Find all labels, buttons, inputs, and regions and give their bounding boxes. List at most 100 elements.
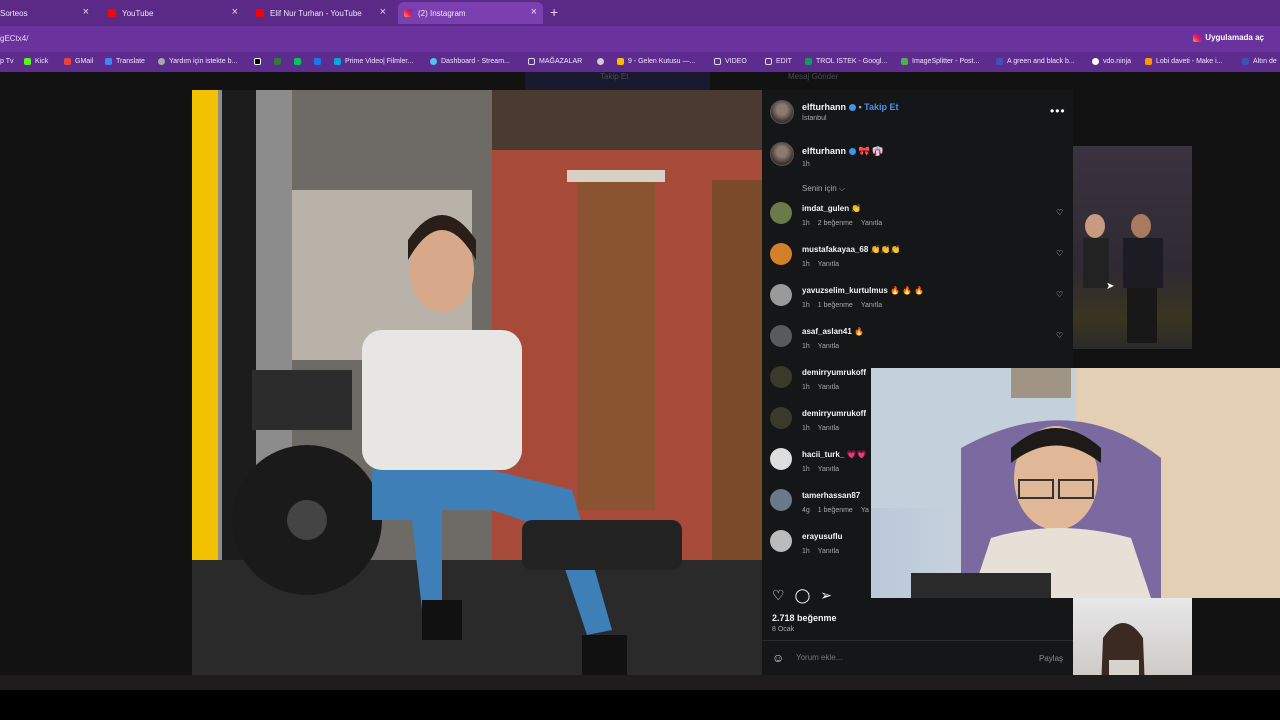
- avatar[interactable]: [770, 325, 792, 347]
- heart-icon[interactable]: ♡: [1056, 249, 1063, 258]
- reply-button[interactable]: Yanıtla: [818, 425, 839, 432]
- reply-button[interactable]: Yanıtla: [818, 384, 839, 391]
- post-image[interactable]: [192, 90, 762, 675]
- bookmark-item[interactable]: p Tv: [0, 58, 14, 65]
- bookmark-translate[interactable]: Translate: [105, 58, 145, 65]
- avatar[interactable]: [770, 530, 792, 552]
- heart-icon[interactable]: ♡: [1056, 290, 1063, 299]
- bookmarks-bar: p Tv Kick GMail Translate Yardım için is…: [0, 52, 1280, 72]
- app-icon: [1242, 58, 1249, 65]
- bookmark-vdo-ninja[interactable]: vdo.ninja: [1092, 58, 1131, 65]
- follow-button[interactable]: Takip Et: [864, 102, 898, 112]
- avatar[interactable]: [770, 100, 794, 124]
- bookmark-facebook[interactable]: [314, 58, 325, 65]
- comment-username[interactable]: hacii_turk_ 💗💗: [802, 450, 866, 459]
- post-username[interactable]: elfturhann: [802, 102, 846, 112]
- bookmark-app[interactable]: [274, 58, 285, 65]
- close-tab-icon[interactable]: ×: [232, 6, 238, 18]
- folder-icon: [528, 58, 535, 65]
- close-tab-icon[interactable]: ×: [531, 6, 537, 18]
- heart-icon[interactable]: ♡: [772, 587, 785, 604]
- comment-username[interactable]: asaf_aslan41 🔥: [802, 327, 864, 336]
- comment-likes[interactable]: 1 beğenme: [818, 302, 853, 309]
- tab-sorteos[interactable]: Sorteos ×: [0, 2, 95, 24]
- comment-text: 🔥: [854, 327, 865, 336]
- comment-meta: 1h Yanıtla: [802, 261, 847, 268]
- comment-text: 👏👏👏: [870, 245, 901, 254]
- gmail-icon: [64, 58, 71, 65]
- gym-photo: [192, 90, 762, 675]
- comment-likes[interactable]: 2 beğenme: [818, 220, 853, 227]
- emoji-icon[interactable]: ☺: [772, 651, 784, 665]
- bookmark-gmail[interactable]: GMail: [64, 58, 93, 65]
- comment-username[interactable]: yavuzselim_kurtulmus 🔥 🔥 🔥: [802, 286, 924, 295]
- bookmark-green-black[interactable]: A green and black b...: [996, 58, 1075, 65]
- post-location[interactable]: İstanbul: [802, 115, 827, 122]
- bookmark-trol[interactable]: TROL ISTEK - Googl...: [805, 58, 887, 65]
- close-tab-icon[interactable]: ×: [83, 6, 89, 18]
- avatar[interactable]: [770, 407, 792, 429]
- tab-youtube[interactable]: YouTube ×: [104, 2, 244, 24]
- reply-button[interactable]: Yanıtla: [818, 343, 839, 350]
- comment-time: 1h: [802, 220, 810, 227]
- bookmark-imagesplitter[interactable]: ImageSplitter - Post...: [901, 58, 979, 65]
- tab-elif-youtube[interactable]: Elif Nur Turhan - YouTube ×: [252, 2, 392, 24]
- prime-video-icon: [334, 58, 341, 65]
- reply-button[interactable]: Yanıtla: [818, 466, 839, 473]
- comment-icon[interactable]: ◯: [795, 587, 811, 604]
- avatar[interactable]: [770, 284, 792, 306]
- behind-follow: Takip Et: [600, 72, 629, 81]
- reply-button[interactable]: Yanıtla: [861, 302, 882, 309]
- comment-username[interactable]: erayusuflu: [802, 532, 842, 541]
- new-tab-button[interactable]: +: [550, 4, 558, 20]
- comment-sort-dropdown[interactable]: Senin için ⌵: [802, 184, 845, 194]
- avatar[interactable]: [770, 489, 792, 511]
- heart-icon[interactable]: ♡: [1056, 331, 1063, 340]
- avatar[interactable]: [770, 243, 792, 265]
- post-comment-button[interactable]: Paylaş: [1039, 654, 1063, 663]
- comment-username[interactable]: imdat_gulen 👏: [802, 204, 861, 213]
- youtube-icon: [256, 9, 264, 17]
- comment-row: mustafakayaa_68 👏👏👏 1h Yanıtla ♡: [762, 241, 1073, 281]
- share-icon[interactable]: ➢: [820, 587, 832, 604]
- bookmark-gmail-inbox[interactable]: 9 - Gelen Kutusu —...: [617, 58, 695, 65]
- bookmark-help[interactable]: Yardım için istekte b...: [158, 58, 237, 65]
- bookmark-green[interactable]: [294, 58, 305, 65]
- bookmark-folder-magazalar[interactable]: MAĞAZALAR: [528, 58, 582, 65]
- heart-icon[interactable]: ♡: [1056, 208, 1063, 217]
- avatar[interactable]: [770, 142, 794, 166]
- comment-username[interactable]: tamerhassan87: [802, 491, 860, 500]
- url-text[interactable]: gECtx4/: [0, 34, 28, 43]
- post-actions: ♡ ◯ ➢: [772, 587, 832, 604]
- open-in-app-button[interactable]: Uygulamada aç: [1193, 33, 1264, 42]
- comment-meta: 1h Yanıtla: [802, 384, 847, 391]
- mouse-cursor-icon: ➤: [1106, 281, 1115, 292]
- bookmark-kick[interactable]: Kick: [24, 58, 48, 65]
- caption-username[interactable]: elfturhann: [802, 146, 846, 156]
- more-options-icon[interactable]: •••: [1050, 104, 1066, 118]
- bookmark-folder-edit[interactable]: EDIT: [765, 58, 792, 65]
- comment-username[interactable]: mustafakayaa_68 👏👏👏: [802, 245, 900, 254]
- reply-button[interactable]: Yanıtla: [818, 261, 839, 268]
- reply-button[interactable]: Yanıtla: [861, 220, 882, 227]
- avatar[interactable]: [770, 202, 792, 224]
- like-count[interactable]: 2.718 beğenme: [772, 613, 837, 623]
- bookmark-x[interactable]: [254, 58, 265, 65]
- bookmark-folder-video[interactable]: VIDEO: [714, 58, 747, 65]
- bookmark-dashboard[interactable]: Dashboard - Stream...: [430, 58, 510, 65]
- bookmark-prime[interactable]: Prime Video| Filmler...: [334, 58, 413, 65]
- reply-button[interactable]: Yanıtla: [818, 548, 839, 555]
- bookmark-globe[interactable]: [597, 58, 608, 65]
- comment-username[interactable]: demirryumrukoff: [802, 368, 866, 377]
- comment-username[interactable]: demirryumrukoff: [802, 409, 866, 418]
- bookmark-lobi[interactable]: Lobi daveti - Make i...: [1145, 58, 1223, 65]
- close-tab-icon[interactable]: ×: [380, 6, 386, 18]
- avatar[interactable]: [770, 366, 792, 388]
- browser-tab-bar: Sorteos × YouTube × Elif Nur Turhan - Yo…: [0, 0, 1280, 26]
- avatar[interactable]: [770, 448, 792, 470]
- comment-likes[interactable]: 1 beğenme: [818, 507, 853, 514]
- tab-instagram[interactable]: (2) Instagram ×: [398, 2, 543, 24]
- bookmark-altin[interactable]: Altın de: [1242, 58, 1277, 65]
- reply-button[interactable]: Ya: [861, 507, 869, 514]
- comment-input[interactable]: [796, 653, 1016, 662]
